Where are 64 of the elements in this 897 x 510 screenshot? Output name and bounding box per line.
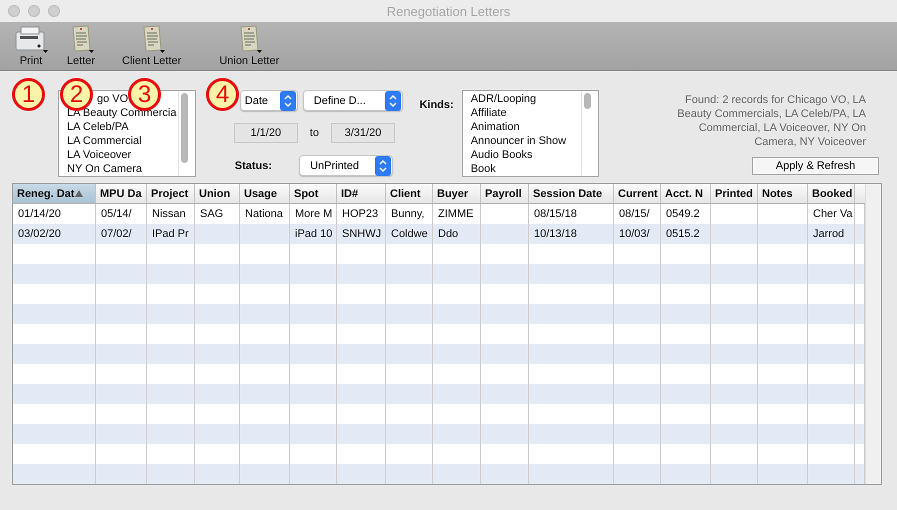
stepper-icon xyxy=(375,156,392,176)
status-label: Status: xyxy=(234,160,272,172)
column-header[interactable]: Payroll xyxy=(481,184,529,203)
column-header[interactable]: Client xyxy=(386,184,433,203)
column-header[interactable]: Booked xyxy=(808,184,855,203)
date-field-dropdown[interactable]: Date xyxy=(240,90,298,111)
found-summary: Found: 2 records for Chicago VO, LA Beauty Commercials, LA Celeb/PA, LA Commercial, LA Voiceover, NY On Camera, NY Voiceover xyxy=(676,93,866,149)
list-item[interactable]: Announcer in Show xyxy=(470,134,582,148)
column-header[interactable]: Acct. N xyxy=(661,184,711,203)
column-header[interactable]: Current xyxy=(614,184,661,203)
list-item[interactable]: ADR/Looping xyxy=(470,92,582,106)
apply-refresh-button[interactable]: Apply & Refresh xyxy=(752,157,880,175)
date-range-dropdown[interactable]: Define D... xyxy=(302,90,403,111)
table-cell: Jarrod xyxy=(808,224,855,244)
column-header[interactable]: ID# xyxy=(337,184,386,203)
toolbar-button[interactable]: Client Letter xyxy=(114,24,190,70)
column-header[interactable]: Reneg. Dat xyxy=(13,184,96,203)
table-cell: 07/02/ xyxy=(96,224,147,244)
column-header[interactable]: MPU Da xyxy=(96,184,147,203)
minimize-button[interactable] xyxy=(28,5,40,17)
column-header[interactable]: Buyer xyxy=(433,184,481,203)
table-cell: Ddo xyxy=(433,224,481,244)
list-item[interactable]: Audio Books xyxy=(470,148,582,162)
list-item[interactable]: LA Celeb/PA xyxy=(67,120,178,134)
zoom-button[interactable] xyxy=(48,5,60,17)
table-cell: IPad Pr xyxy=(147,224,195,244)
toolbar-button[interactable]: Union Letter xyxy=(211,24,288,70)
to-label: to xyxy=(310,127,319,139)
table-cell: Coldwe xyxy=(386,224,433,244)
scrollbar[interactable] xyxy=(865,184,881,484)
table-cell: 03/02/20 xyxy=(13,224,96,244)
end-date-field[interactable]: 3/31/20 xyxy=(330,123,395,143)
column-header[interactable]: Spot xyxy=(290,184,337,203)
callout-badge: 1 xyxy=(12,78,45,111)
column-header[interactable]: Usage xyxy=(240,184,290,203)
toolbar-button[interactable]: Print xyxy=(4,24,58,70)
list-item[interactable]: Animation xyxy=(470,120,582,134)
status-dropdown[interactable]: UnPrinted xyxy=(299,155,394,176)
toolbar-button[interactable]: Letter xyxy=(58,24,104,70)
sort-ascending-icon xyxy=(75,190,84,197)
column-header[interactable]: Notes xyxy=(758,184,808,203)
table-cell: SNHWJ xyxy=(337,224,386,244)
column-header[interactable]: Union xyxy=(195,184,240,203)
list-item[interactable]: go VO xyxy=(97,92,128,106)
table-cell: 10/13/18 xyxy=(529,224,614,244)
callout-badge: 3 xyxy=(128,78,161,111)
table-cell: 0515.2 xyxy=(661,224,711,244)
list-item[interactable]: Book xyxy=(470,162,582,176)
list-item[interactable]: Affiliate xyxy=(470,106,582,120)
table-cell: iPad 10 xyxy=(290,224,337,244)
stepper-icon xyxy=(280,90,296,110)
list-item[interactable]: NY On Camera xyxy=(67,162,178,176)
start-date-field[interactable]: 1/1/20 xyxy=(234,123,298,143)
table-cell: 10/03/ xyxy=(614,224,661,244)
list-item[interactable]: LA Voiceover xyxy=(67,148,178,162)
column-header[interactable]: Project xyxy=(147,184,195,203)
kinds-label: Kinds: xyxy=(419,99,454,113)
column-header[interactable]: Session Date xyxy=(529,184,614,203)
stepper-icon xyxy=(384,90,401,110)
column-header[interactable]: Printed xyxy=(711,184,758,203)
window-title: Renegotiation Letters xyxy=(386,4,510,18)
close-button[interactable] xyxy=(8,5,20,17)
list-item[interactable]: LA Commercial xyxy=(67,134,178,148)
callout-badge: 4 xyxy=(206,78,239,111)
